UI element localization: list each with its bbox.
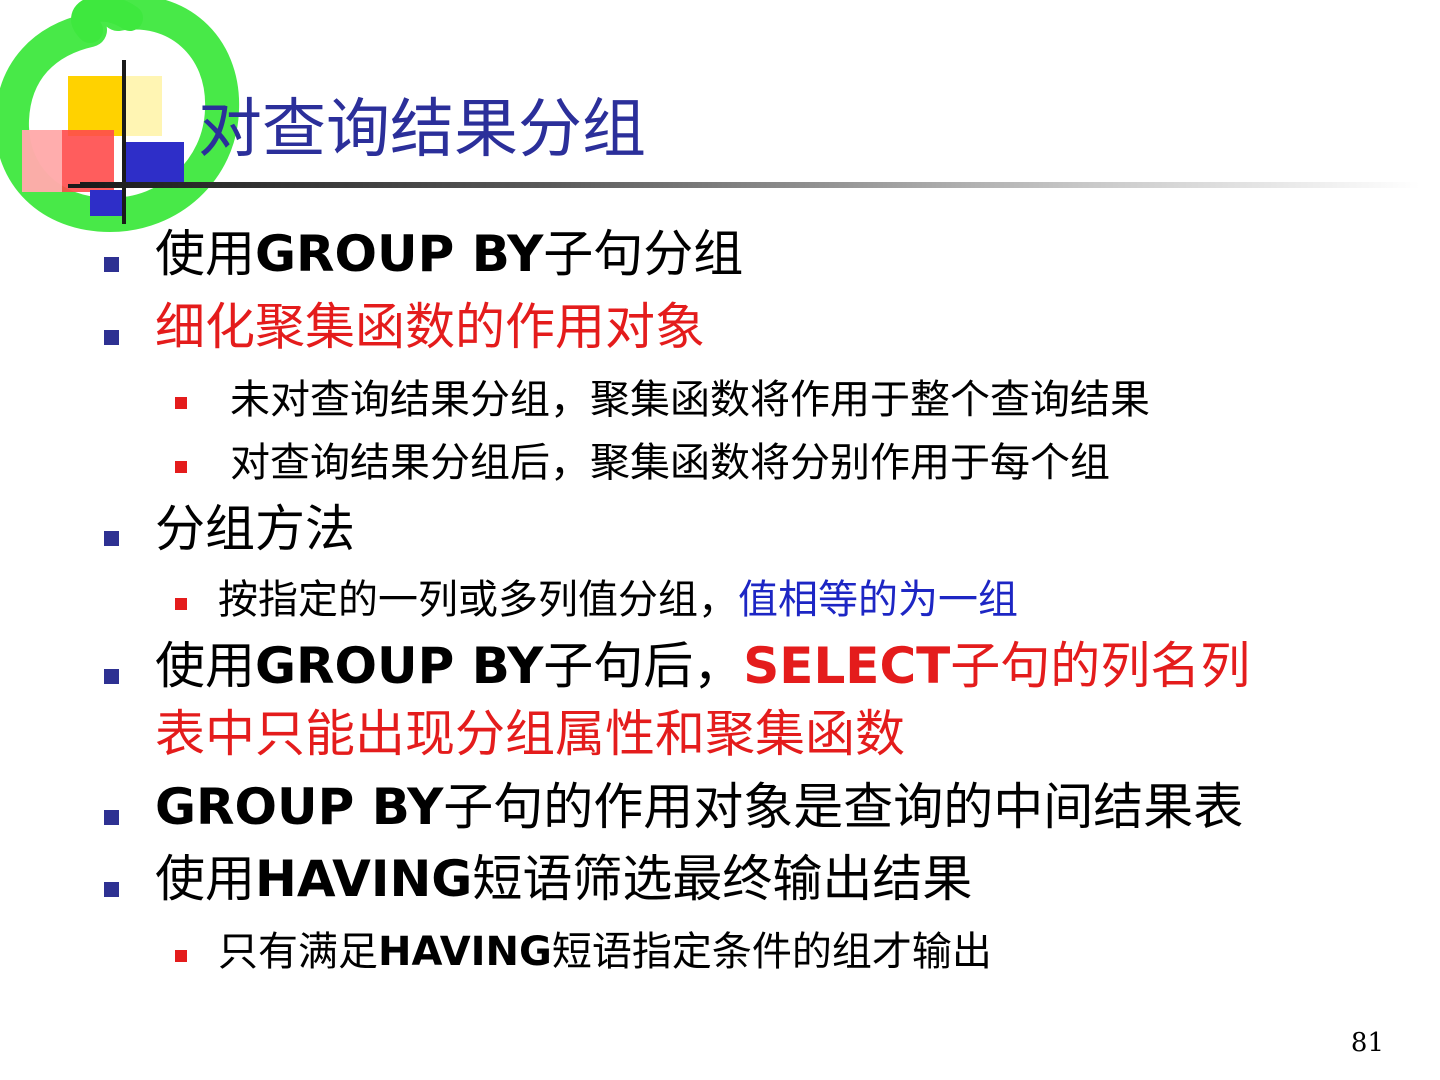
slide-title: 对查询结果分组 xyxy=(198,93,646,167)
sub-bullet-square-icon xyxy=(175,950,187,962)
keyword-group-by: GROUP BY xyxy=(255,637,544,695)
bullet-group-by-clause: 使用GROUP BY子句分组 xyxy=(155,222,743,286)
sub-bullet-square-icon xyxy=(175,397,187,409)
keyword-group-by: GROUP BY xyxy=(255,225,544,283)
bullet-square-icon xyxy=(104,810,119,825)
bullet-select-restriction: 使用GROUP BY子句后，SELECT子句的列名列 xyxy=(155,634,1250,698)
sub-bullet-text: 按指定的一列或多列值分组， xyxy=(218,577,738,623)
highlight-equal-values: 值相等的为一组 xyxy=(738,577,1018,623)
sub-bullet-grouping-rule: 按指定的一列或多列值分组，值相等的为一组 xyxy=(218,572,1018,628)
bullet-square-icon xyxy=(104,882,119,897)
bullet-grouping-method: 分组方法 xyxy=(155,500,355,558)
keyword-having: HAVING xyxy=(378,929,552,975)
sub-bullet-text-suffix: 短语指定条件的组才输出 xyxy=(551,929,992,975)
sub-bullet-no-grouping: 未对查询结果分组，聚集函数将作用于整个查询结果 xyxy=(230,377,1150,423)
bullet-square-icon xyxy=(104,330,119,345)
keyword-select: SELECT xyxy=(743,637,951,695)
bullet-text-prefix: 使用 xyxy=(155,850,255,908)
bullet-text-prefix: 使用 xyxy=(155,637,255,695)
bullet-square-icon xyxy=(104,669,119,684)
bullet-square-icon xyxy=(104,531,119,546)
bullet-text-prefix: 使用 xyxy=(155,225,255,283)
slide: 对查询结果分组 使用GROUP BY子句分组 细化聚集函数的作用对象 未对查询结… xyxy=(0,0,1440,1080)
sub-bullet-square-icon xyxy=(175,461,187,473)
keyword-having: HAVING xyxy=(255,850,473,908)
title-divider xyxy=(80,182,1420,188)
bullet-text-suffix: 子句的作用对象是查询的中间结果表 xyxy=(443,778,1244,836)
bullet-text-mid: 子句后， xyxy=(543,637,744,695)
bullet-text-suffix: 子句分组 xyxy=(543,225,744,283)
sub-bullet-having-output: 只有满足HAVING短语指定条件的组才输出 xyxy=(218,924,992,980)
bullet-text-suffix: 短语筛选最终输出结果 xyxy=(472,850,973,908)
keyword-group-by: GROUP BY xyxy=(155,778,444,836)
bullet-text-red-tail: 子句的列名列 xyxy=(950,637,1251,695)
page-number: 81 xyxy=(1350,1028,1384,1058)
sub-bullet-square-icon xyxy=(175,598,187,610)
bullet-refine-aggregate: 细化聚集函数的作用对象 xyxy=(155,298,705,356)
sub-bullet-with-grouping: 对查询结果分组后，聚集函数将分别作用于每个组 xyxy=(230,440,1110,486)
bullet-select-restriction-line2: 表中只能出现分组属性和聚集函数 xyxy=(155,705,905,763)
bullet-having-clause: 使用HAVING短语筛选最终输出结果 xyxy=(155,847,972,911)
bullet-square-icon xyxy=(104,257,119,272)
sub-bullet-text-prefix: 只有满足 xyxy=(218,929,378,975)
bullet-group-by-target: GROUP BY子句的作用对象是查询的中间结果表 xyxy=(155,775,1243,839)
